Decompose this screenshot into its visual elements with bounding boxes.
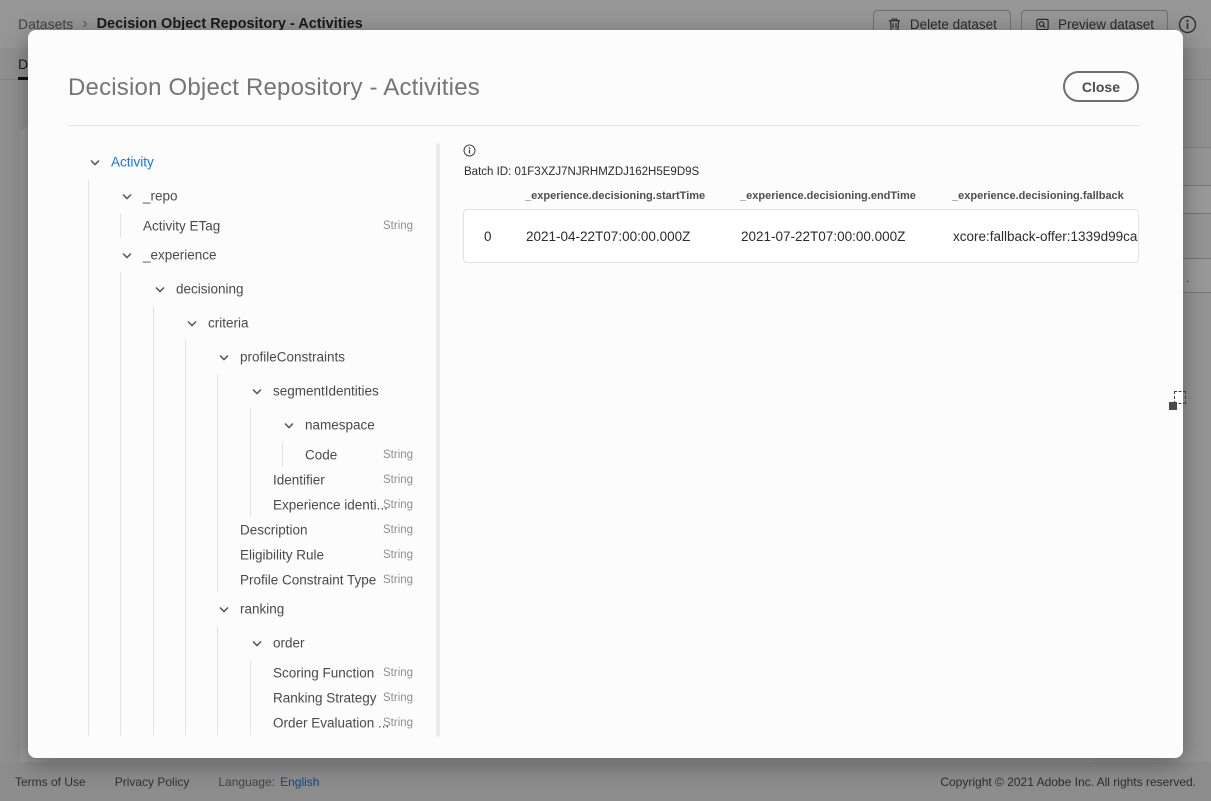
tree-guide-line [120,213,121,238]
batch-id-text: Batch ID: 01F3XZJ7NJRHMZDJ162H5E9D9S [464,166,700,178]
column-header-index [463,190,525,202]
tree-item-label: Ranking Strategy [273,690,377,705]
tree-item-label: decisioning [176,281,244,297]
info-icon [463,144,476,157]
tree-item-label: Eligibility Rule [240,547,325,562]
chevron-down-icon[interactable] [186,317,198,329]
screen: Datasets › Decision Object Repository - … [0,0,1211,801]
row-index-cell: 0 [484,228,492,244]
tree-item-label: order [273,635,305,651]
tree-guide-line [250,660,251,735]
field-type-label: String [383,498,414,511]
column-header-2: _experience.decisioning.endTime [740,190,916,202]
preview-table-header: _experience.decisioning.startTime _experi… [463,190,1170,202]
tree-item-label: Experience identi... [273,497,388,512]
tree-item-label: segmentIdentities [273,383,379,399]
field-type-label: String [383,716,414,729]
close-button[interactable]: Close [1062,71,1139,102]
preview-panel: Batch ID: 01F3XZJ7NJRHMZDJ162H5E9D9S _ex… [463,142,1170,742]
field-type-label: String [383,448,414,461]
tree-item-label: Profile Constraint Type [240,572,377,587]
chevron-down-icon[interactable] [251,637,263,649]
field-type-label: String [383,666,414,679]
table-row: 0 2021-04-22T07:00:00.000Z 2021-07-22T07:0… [463,209,1139,263]
schema-tree: Activity _repo Activity ETag String _experie… [28,145,440,737]
row-value-cell-3: xcore:fallback-offer:1339d99caa5f [953,228,1139,244]
tree-guide-line [217,374,218,592]
column-header-3: _experience.decisioning.fallback [952,190,1124,202]
chevron-down-icon[interactable] [121,190,133,202]
tree-item-label: ranking [240,601,285,617]
chevron-down-icon[interactable] [89,156,101,168]
tree-item-label: Activity [111,154,154,170]
tree-guide-line [120,272,121,735]
tree-node-activity[interactable]: Activity [28,145,428,179]
field-type-label: String [383,219,414,232]
tree-guide-line [217,626,218,735]
field-type-label: String [383,573,414,586]
selection-cursor-corner [1169,402,1177,410]
title-divider [68,125,1140,126]
dialog-title: Decision Object Repository - Activities [68,74,480,101]
chevron-down-icon[interactable] [251,385,263,397]
tree-guide-line [282,442,283,467]
chevron-down-icon[interactable] [218,351,230,363]
tree-guide-line [153,306,154,735]
tree-item-label: namespace [305,417,375,433]
field-type-label: String [383,473,414,486]
tree-item-label: Order Evaluation ... [273,715,390,730]
row-value-cell-2: 2021-07-22T07:00:00.000Z [741,228,906,244]
field-type-label: String [383,548,414,561]
tree-item-label: Code [305,447,338,462]
tree-item-label: _experience [143,247,217,263]
column-header-1: _experience.decisioning.startTime [525,190,706,202]
tree-scrollbar[interactable] [436,143,440,737]
tree-item-label: _repo [143,188,178,204]
tree-guide-line [88,179,89,735]
tree-item-label: Description [240,522,308,537]
chevron-down-icon[interactable] [121,249,133,261]
field-type-label: String [383,691,414,704]
chevron-down-icon[interactable] [283,419,295,431]
schema-preview-dialog: Decision Object Repository - Activities … [28,30,1183,758]
tree-guide-line [250,408,251,517]
field-type-label: String [383,523,414,536]
chevron-down-icon[interactable] [218,603,230,615]
tree-item-label: criteria [208,315,249,331]
tree-item-label: Scoring Function [273,665,375,680]
tree-item-label: Activity ETag [143,218,221,233]
tree-guide-line [185,340,186,735]
chevron-down-icon[interactable] [154,283,166,295]
tree-item-label: profileConstraints [240,349,346,365]
tree-item-label: Identifier [273,472,325,487]
row-value-cell-1: 2021-04-22T07:00:00.000Z [526,228,691,244]
